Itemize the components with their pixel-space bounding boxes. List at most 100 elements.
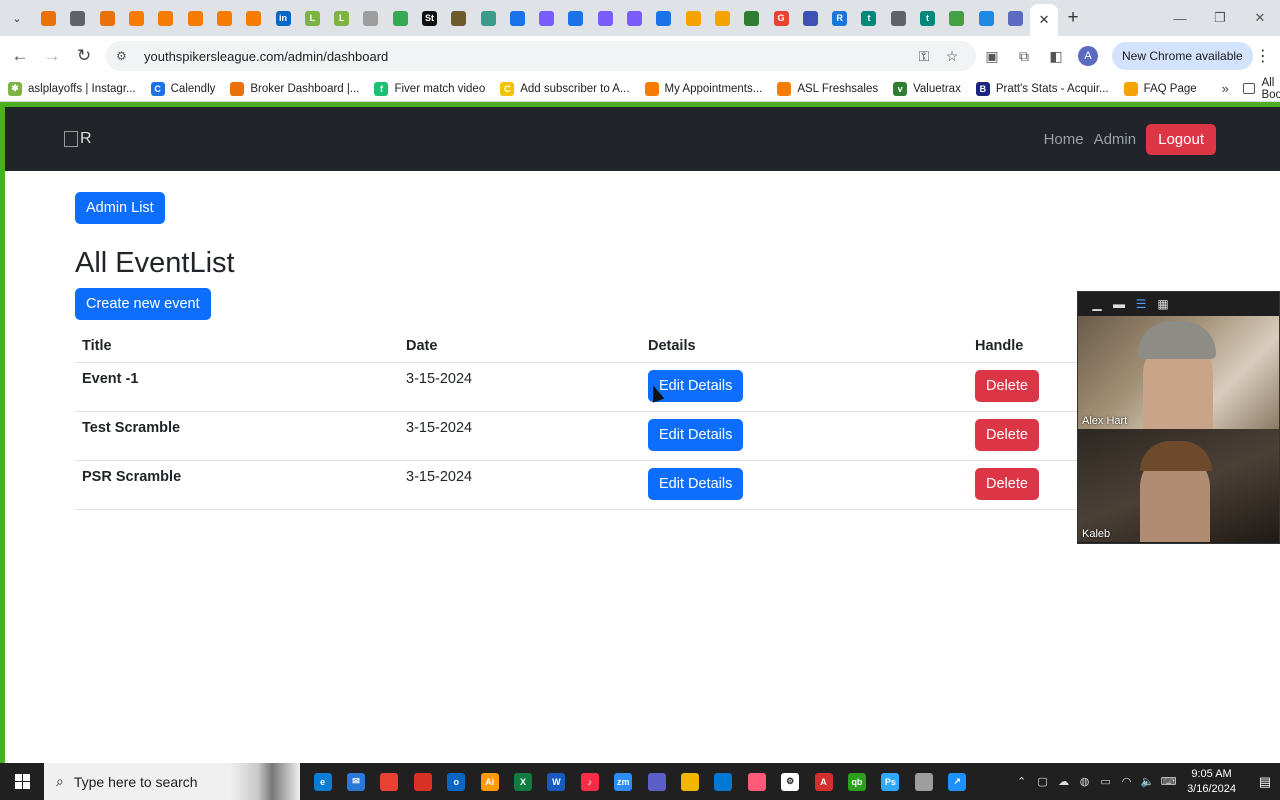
side-panel-icon[interactable]: ◧ xyxy=(1040,40,1072,72)
logout-button[interactable]: Logout xyxy=(1146,123,1216,155)
delete-button[interactable]: Delete xyxy=(975,370,1039,402)
browser-tab[interactable]: L xyxy=(298,0,327,36)
browser-tab[interactable] xyxy=(972,0,1001,36)
taskbar-app-button[interactable]: Ps xyxy=(874,763,907,800)
browser-tab[interactable] xyxy=(591,0,620,36)
taskbar-app-button[interactable] xyxy=(907,763,940,800)
video-call-window[interactable]: ▁ ▬ ☰ ▦ Alex Hart Kaleb xyxy=(1077,291,1280,544)
browser-tab[interactable] xyxy=(884,0,913,36)
browser-tab[interactable] xyxy=(180,0,209,36)
new-tab-button[interactable]: + xyxy=(1058,0,1088,36)
participant-video-tile[interactable]: Alex Hart xyxy=(1078,316,1279,429)
browser-tab[interactable]: St xyxy=(415,0,444,36)
browser-tab[interactable]: G xyxy=(766,0,795,36)
browser-tab[interactable] xyxy=(473,0,502,36)
browser-tab[interactable] xyxy=(561,0,590,36)
tray-display-icon[interactable]: ▭ xyxy=(1095,775,1116,788)
taskbar-app-button[interactable]: ⚙ xyxy=(773,763,806,800)
browser-tab[interactable]: t xyxy=(854,0,883,36)
bookmark-item[interactable]: ✱ aslplayoffs | Instagr... xyxy=(8,81,136,96)
delete-button[interactable]: Delete xyxy=(975,468,1039,500)
browser-tab[interactable] xyxy=(34,0,63,36)
taskbar-app-button[interactable] xyxy=(740,763,773,800)
delete-button[interactable]: Delete xyxy=(975,419,1039,451)
bookmark-star-icon[interactable]: ☆ xyxy=(938,48,966,65)
bookmark-item[interactable]: My Appointments... xyxy=(644,81,762,96)
browser-tab[interactable]: t xyxy=(913,0,942,36)
tray-chevron-icon[interactable]: ⌃ xyxy=(1011,775,1032,788)
site-info-icon[interactable]: ⚙ xyxy=(116,49,138,63)
close-window-icon[interactable]: ✕ xyxy=(1240,0,1280,36)
taskbar-app-button[interactable] xyxy=(707,763,740,800)
taskbar-app-button[interactable]: qb xyxy=(840,763,873,800)
back-icon[interactable]: ← xyxy=(4,40,36,72)
browser-tab[interactable] xyxy=(239,0,268,36)
bookmark-item[interactable]: Broker Dashboard |... xyxy=(230,81,359,96)
extensions-puzzle-icon[interactable]: ⧉ xyxy=(1008,40,1040,72)
bookmark-item[interactable]: ASL Freshsales xyxy=(777,81,878,96)
grid-view-icon[interactable]: ▦ xyxy=(1152,297,1174,311)
bookmark-item[interactable]: f Fiver match video xyxy=(374,81,485,96)
browser-tab[interactable] xyxy=(679,0,708,36)
tray-security-icon[interactable]: ◍ xyxy=(1074,775,1095,788)
tray-app-icon[interactable]: ▢ xyxy=(1032,775,1053,788)
taskbar-app-button[interactable] xyxy=(373,763,406,800)
browser-tab[interactable] xyxy=(210,0,239,36)
taskbar-app-button[interactable]: zm xyxy=(607,763,640,800)
url-text[interactable]: youthspikersleague.com/admin/dashboard xyxy=(138,49,910,64)
browser-tab[interactable] xyxy=(122,0,151,36)
nav-admin-link[interactable]: Admin xyxy=(1094,131,1137,148)
address-bar[interactable]: ⚙ youthspikersleague.com/admin/dashboard… xyxy=(106,41,976,71)
taskbar-app-button[interactable] xyxy=(640,763,673,800)
taskbar-app-button[interactable]: Ai xyxy=(473,763,506,800)
taskbar-app-button[interactable]: A xyxy=(807,763,840,800)
browser-tab[interactable] xyxy=(356,0,385,36)
browser-tab[interactable] xyxy=(532,0,561,36)
start-button[interactable] xyxy=(0,763,44,800)
stacked-view-icon[interactable]: ☰ xyxy=(1130,297,1152,311)
browser-tab[interactable]: R xyxy=(825,0,854,36)
browser-tab[interactable] xyxy=(737,0,766,36)
browser-tab[interactable] xyxy=(93,0,122,36)
taskbar-app-button[interactable]: X xyxy=(506,763,539,800)
volume-icon[interactable]: 🔈 xyxy=(1137,775,1158,788)
password-key-icon[interactable]: ⚿ xyxy=(910,48,938,65)
extension-r-icon[interactable]: ▣ xyxy=(976,40,1008,72)
tray-cloud-icon[interactable]: ☁ xyxy=(1053,775,1074,788)
taskbar-search-box[interactable]: ⌕ Type here to search xyxy=(44,763,300,800)
bookmark-item[interactable]: C Add subscriber to A... xyxy=(500,81,630,96)
more-bookmarks-icon[interactable]: » xyxy=(1222,81,1229,96)
taskbar-app-button[interactable] xyxy=(673,763,706,800)
forward-icon[interactable]: → xyxy=(36,40,68,72)
site-logo[interactable]: R xyxy=(64,130,92,148)
notifications-icon[interactable]: ▤ xyxy=(1250,774,1280,790)
minimize-icon[interactable]: — xyxy=(1160,0,1200,36)
browser-tab[interactable] xyxy=(942,0,971,36)
edit-details-button[interactable]: Edit Details xyxy=(648,419,744,451)
active-tab-close-icon[interactable]: ✕ xyxy=(1030,4,1059,36)
bookmark-item[interactable]: C Calendly xyxy=(150,81,215,96)
browser-tab[interactable] xyxy=(620,0,649,36)
taskbar-app-button[interactable] xyxy=(406,763,439,800)
all-bookmarks-button[interactable]: All Bookmarks xyxy=(1242,77,1280,101)
taskbar-app-button[interactable]: ✉ xyxy=(339,763,372,800)
browser-tab[interactable]: in xyxy=(268,0,297,36)
chrome-update-button[interactable]: New Chrome available xyxy=(1112,42,1253,70)
bookmark-item[interactable]: B Pratt's Stats - Acquir... xyxy=(975,81,1109,96)
browser-tab[interactable] xyxy=(63,0,92,36)
single-view-icon[interactable]: ▬ xyxy=(1108,297,1130,311)
browser-tab[interactable] xyxy=(444,0,473,36)
edit-details-button[interactable]: Edit Details xyxy=(648,468,744,500)
browser-tab[interactable] xyxy=(708,0,737,36)
taskbar-app-button[interactable]: ↗ xyxy=(940,763,973,800)
browser-tab[interactable] xyxy=(503,0,532,36)
nav-home-link[interactable]: Home xyxy=(1044,131,1084,148)
browser-tab[interactable] xyxy=(796,0,825,36)
bookmark-item[interactable]: v Valuetrax xyxy=(893,81,961,96)
reload-icon[interactable]: ↻ xyxy=(68,40,100,72)
browser-tab[interactable] xyxy=(386,0,415,36)
clock[interactable]: 9:05 AM 3/16/2024 xyxy=(1187,767,1236,797)
browser-tab[interactable]: L xyxy=(327,0,356,36)
tab-search-chevron-icon[interactable]: ⌄ xyxy=(0,0,34,36)
menu-kebab-icon[interactable]: ⋮ xyxy=(1253,46,1273,66)
